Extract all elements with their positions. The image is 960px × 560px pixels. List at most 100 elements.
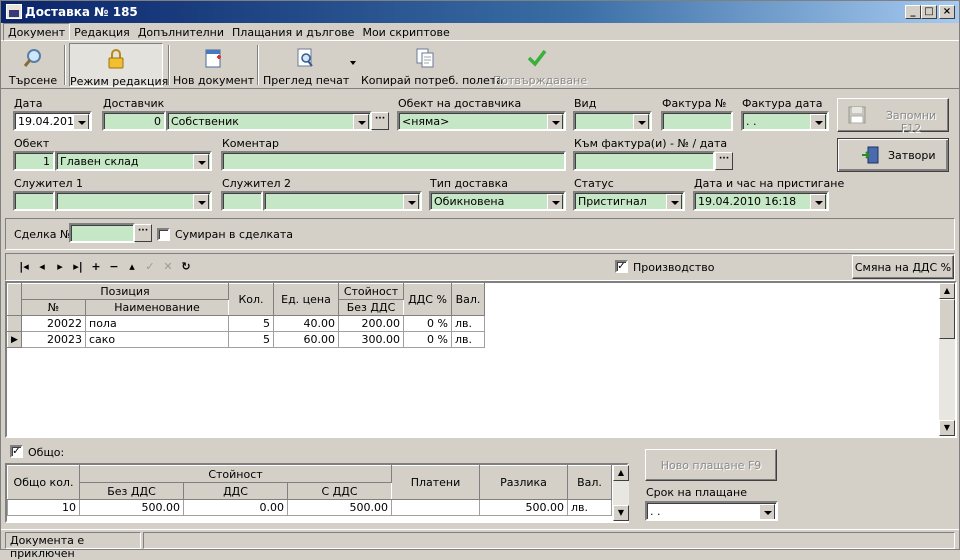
new-document-button[interactable]: Нов документ [173, 43, 254, 87]
object-id-field[interactable]: 1 [13, 151, 55, 171]
menu-scripts[interactable]: Мои скриптове [358, 24, 453, 42]
to-invoice-browse-button[interactable]: ··· [715, 152, 733, 170]
employee2-dropdown-arrow[interactable] [403, 194, 419, 209]
header-no-vat[interactable]: Без ДДС [338, 299, 404, 316]
totals-grid: Общо кол. Стойност Платени Разлика Вал. … [5, 463, 629, 523]
status-field[interactable]: Пристигнал [573, 191, 685, 211]
supplier-id-field[interactable]: 0 [102, 111, 166, 131]
minimize-button[interactable]: _ [905, 5, 921, 19]
object-label: Обект [14, 137, 50, 150]
supplier-browse-button[interactable]: ··· [371, 112, 389, 130]
edit-record-icon[interactable]: ▴ [123, 260, 141, 273]
print-preview-icon [297, 48, 313, 67]
first-record-icon[interactable]: |◂ [15, 260, 33, 273]
scroll-thumb[interactable] [939, 299, 955, 339]
delivery-type-label: Тип доставка [430, 177, 508, 190]
totals-header-qty: Общо кол. [7, 465, 80, 500]
menu-payments[interactable]: Плащания и дългове [228, 24, 358, 42]
type-dropdown-arrow[interactable] [633, 114, 649, 129]
delivery-type-dropdown-arrow[interactable] [547, 194, 563, 209]
date-field[interactable]: 19.04.2010 [13, 111, 92, 131]
print-preview-dropdown-arrow[interactable] [350, 61, 356, 65]
header-name[interactable]: Наименование [85, 299, 229, 316]
header-number[interactable]: № [21, 299, 86, 316]
type-field[interactable] [573, 111, 652, 131]
deal-field[interactable] [69, 223, 135, 243]
supplier-object-dropdown-arrow[interactable] [547, 114, 563, 129]
object-name-field[interactable]: Главен склад [55, 151, 212, 171]
delete-record-icon[interactable]: − [105, 260, 123, 273]
new-payment-button[interactable]: Ново плащане F9 [645, 449, 777, 481]
payment-term-dropdown-arrow[interactable] [759, 504, 775, 519]
supplier-object-field[interactable]: <няма> [397, 111, 566, 131]
maximize-button[interactable]: □ [921, 5, 937, 19]
insert-record-icon[interactable]: + [87, 260, 105, 273]
invoice-number-field[interactable] [661, 111, 733, 131]
comment-field[interactable] [221, 151, 566, 171]
summed-in-deal-checkbox[interactable] [157, 228, 170, 241]
header-currency[interactable]: Вал. [451, 283, 485, 316]
edit-mode-button[interactable]: Режим редакция [69, 43, 168, 88]
summed-in-deal-label: Сумиран в сделката [175, 228, 294, 241]
menu-additional[interactable]: Допълнителни [134, 24, 228, 42]
deal-label: Сделка № [14, 228, 72, 241]
prior-record-icon[interactable]: ◂ [33, 260, 51, 273]
invoice-date-dropdown-arrow[interactable] [810, 114, 826, 129]
production-checkbox[interactable]: ✓ [615, 260, 628, 273]
scroll-up-icon[interactable]: ▲ [939, 283, 955, 299]
toolbar: Търсене Режим редакция Нов документ Прег… [1, 41, 959, 89]
employee1-name-field[interactable] [55, 191, 212, 211]
supplier-name-field[interactable]: Собственик [166, 111, 372, 131]
supplier-dropdown-arrow[interactable] [353, 114, 369, 129]
employee1-id-field[interactable] [13, 191, 55, 211]
payment-term-field[interactable]: . . [645, 501, 778, 521]
table-row[interactable]: ▶ 20023 сако 5 60.00 300.00 0 % лв. [7, 331, 485, 348]
menu-document[interactable]: Документ [3, 23, 71, 41]
search-button[interactable]: Търсене [5, 43, 61, 87]
menu-bar: Документ Редакция Допълнителни Плащания и д… [1, 23, 959, 41]
status-text: Документа е приключен [5, 532, 141, 560]
header-qty[interactable]: Кол. [228, 283, 274, 316]
copy-fields-button[interactable]: Копирай потреб. полета [361, 43, 503, 87]
supplier-label: Доставчик [103, 97, 165, 110]
date-dropdown-arrow[interactable] [73, 114, 89, 129]
employee1-dropdown-arrow[interactable] [193, 194, 209, 209]
production-label: Производство [633, 261, 715, 274]
invoice-date-field[interactable]: . . [741, 111, 829, 131]
deal-browse-button[interactable]: ··· [134, 224, 152, 242]
employee1-label: Служител 1 [14, 177, 83, 190]
totals-checkbox[interactable]: ✓ [10, 445, 23, 458]
header-vat-pct[interactable]: ДДС % [403, 283, 452, 316]
save-button[interactable]: Запомни F12 [837, 98, 949, 135]
object-dropdown-arrow[interactable] [193, 154, 209, 169]
totals-vertical-scrollbar[interactable]: ▲ ▼ [613, 465, 629, 521]
header-unit-price[interactable]: Ед. цена [273, 283, 339, 316]
close-window-button[interactable]: × [939, 5, 955, 19]
next-record-icon[interactable]: ▸ [51, 260, 69, 273]
totals-scroll-down-icon[interactable]: ▼ [613, 505, 629, 521]
employee2-id-field[interactable] [221, 191, 263, 211]
employee2-name-field[interactable] [263, 191, 422, 211]
post-record-icon[interactable]: ✓ [141, 260, 159, 273]
cancel-record-icon[interactable]: ✕ [159, 260, 177, 273]
header-value: Стойност [338, 283, 404, 300]
print-preview-button[interactable]: Преглед печат [263, 43, 349, 87]
table-row[interactable]: 20022 пола 5 40.00 200.00 0 % лв. [7, 315, 485, 332]
window-title: Доставка № 185 [25, 5, 138, 19]
totals-row: 10 500.00 0.00 500.00 500.00 лв. [7, 499, 612, 516]
vat-change-button[interactable]: Смяна на ДДС % [852, 255, 954, 279]
close-button[interactable]: Затвори [837, 138, 949, 172]
confirm-button[interactable]: Потвърждаване [493, 43, 587, 87]
scroll-down-icon[interactable]: ▼ [939, 420, 955, 436]
refresh-icon[interactable]: ↻ [177, 260, 195, 273]
delivery-type-field[interactable]: Обикновена [429, 191, 566, 211]
arrival-field[interactable]: 19.04.2010 16:18 [693, 191, 829, 211]
items-vertical-scrollbar[interactable]: ▲ ▼ [939, 283, 955, 436]
status-dropdown-arrow[interactable] [666, 194, 682, 209]
header-position: Позиция [21, 283, 229, 300]
last-record-icon[interactable]: ▸| [69, 260, 87, 273]
to-invoice-field[interactable] [573, 151, 715, 171]
totals-scroll-up-icon[interactable]: ▲ [613, 465, 629, 481]
arrival-dropdown-arrow[interactable] [810, 194, 826, 209]
menu-edit[interactable]: Редакция [70, 24, 134, 42]
